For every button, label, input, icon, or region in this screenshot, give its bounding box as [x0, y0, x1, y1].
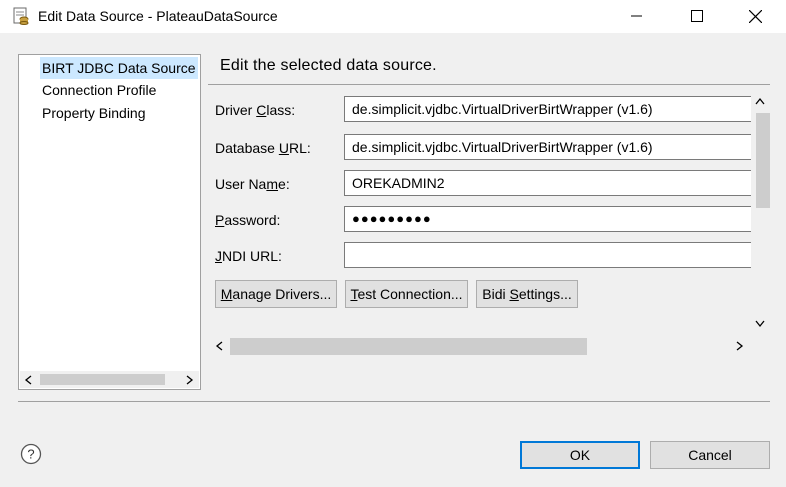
footer-divider: [18, 401, 770, 402]
ok-button[interactable]: OK: [520, 441, 640, 469]
tree-scroll-thumb[interactable]: [40, 374, 165, 385]
minimize-button[interactable]: [614, 0, 660, 33]
title-bar: Edit Data Source - PlateauDataSource: [0, 0, 786, 33]
password-field[interactable]: ●●●●●●●●●: [344, 206, 756, 232]
test-connection-button[interactable]: Test Connection...: [345, 280, 468, 308]
heading-divider: [208, 84, 770, 85]
scroll-right-icon[interactable]: [735, 341, 744, 351]
tree-horizontal-scrollbar[interactable]: [20, 371, 199, 388]
driver-class-label: Driver Class:: [215, 102, 296, 118]
cancel-button[interactable]: Cancel: [650, 441, 770, 469]
minimize-icon: [631, 15, 642, 17]
jndi-url-label: JNDI URL:: [215, 248, 282, 264]
bidi-settings-button[interactable]: Bidi Settings...: [476, 280, 578, 308]
scroll-up-icon[interactable]: [755, 97, 765, 105]
database-url-field[interactable]: de.simplicit.vjdbc.VirtualDriverBirtWrap…: [344, 134, 756, 160]
help-icon[interactable]: ?: [20, 443, 42, 465]
form-vertical-scroll-thumb[interactable]: [756, 113, 770, 208]
jndi-url-field[interactable]: [344, 242, 756, 268]
scroll-left-icon[interactable]: [215, 341, 224, 351]
tree-item-property-binding[interactable]: Property Binding: [42, 102, 146, 124]
page-heading: Edit the selected data source.: [220, 57, 437, 74]
database-url-label: Database URL:: [215, 140, 311, 156]
data-source-app-icon: [13, 7, 29, 25]
scroll-down-icon[interactable]: [755, 320, 765, 328]
password-label: Password:: [215, 212, 281, 228]
driver-class-field[interactable]: de.simplicit.vjdbc.VirtualDriverBirtWrap…: [344, 96, 756, 122]
form-vertical-scrollbar[interactable]: [751, 93, 770, 334]
manage-drivers-button[interactable]: Manage Drivers...: [215, 280, 337, 308]
tree-item-birt-jdbc-data-source[interactable]: BIRT JDBC Data Source: [40, 57, 198, 79]
form-horizontal-scrollbar[interactable]: [208, 336, 751, 355]
scroll-left-icon[interactable]: [24, 375, 33, 385]
user-name-field[interactable]: OREKADMIN2: [344, 170, 756, 196]
form-horizontal-scroll-thumb[interactable]: [230, 338, 587, 355]
close-button[interactable]: [732, 0, 778, 33]
navigation-tree[interactable]: BIRT JDBC Data Source Connection Profile…: [18, 54, 201, 390]
scroll-right-icon[interactable]: [185, 375, 194, 385]
window-title: Edit Data Source - PlateauDataSource: [38, 8, 278, 24]
user-name-label: User Name:: [215, 176, 290, 192]
maximize-icon: [691, 10, 703, 22]
close-icon: [749, 10, 762, 23]
maximize-button[interactable]: [674, 0, 720, 33]
tree-item-connection-profile[interactable]: Connection Profile: [42, 79, 156, 101]
svg-text:?: ?: [27, 447, 34, 462]
